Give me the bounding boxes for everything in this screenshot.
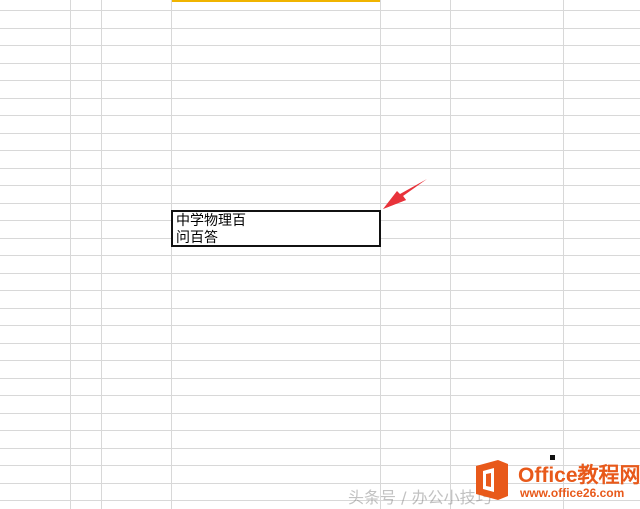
row-gridline	[0, 255, 640, 256]
row-gridline	[0, 133, 640, 134]
spreadsheet-grid[interactable]: 中学物理百 问百答 头条号 / 办公小技巧 Office教程网 www.offi…	[0, 0, 640, 509]
column-gridline	[380, 0, 381, 509]
row-gridline	[0, 413, 640, 414]
row-gridline	[0, 290, 640, 291]
cell-text: 中学物理百 问百答	[176, 213, 246, 246]
row-gridline	[0, 168, 640, 169]
column-gridline	[450, 0, 451, 509]
row-gridline	[0, 63, 640, 64]
column-gridline	[563, 0, 564, 509]
watermark-title: Office教程网	[518, 464, 640, 487]
watermark: Office教程网 www.office26.com	[470, 456, 640, 506]
office-logo-icon	[476, 460, 508, 500]
row-gridline	[0, 360, 640, 361]
row-gridline	[0, 28, 640, 29]
row-gridline	[0, 448, 640, 449]
column-gridline	[101, 0, 102, 509]
row-gridline	[0, 150, 640, 151]
column-gridline	[171, 0, 172, 509]
row-gridline	[0, 98, 640, 99]
active-cell[interactable]: 中学物理百 问百答	[171, 210, 555, 460]
red-arrow-icon	[383, 179, 427, 209]
row-gridline	[0, 10, 640, 11]
row-gridline	[0, 185, 640, 186]
selected-column-header-highlight	[172, 0, 380, 2]
row-gridline	[0, 115, 640, 116]
row-gridline	[0, 45, 640, 46]
column-gridline	[70, 0, 71, 509]
row-gridline	[0, 378, 640, 379]
row-gridline	[0, 343, 640, 344]
row-gridline	[0, 395, 640, 396]
row-gridline	[0, 273, 640, 274]
watermark-url: www.office26.com	[520, 486, 625, 500]
row-gridline	[0, 203, 640, 204]
row-gridline	[0, 325, 640, 326]
row-gridline	[0, 308, 640, 309]
row-gridline	[0, 80, 640, 81]
row-gridline	[0, 430, 640, 431]
